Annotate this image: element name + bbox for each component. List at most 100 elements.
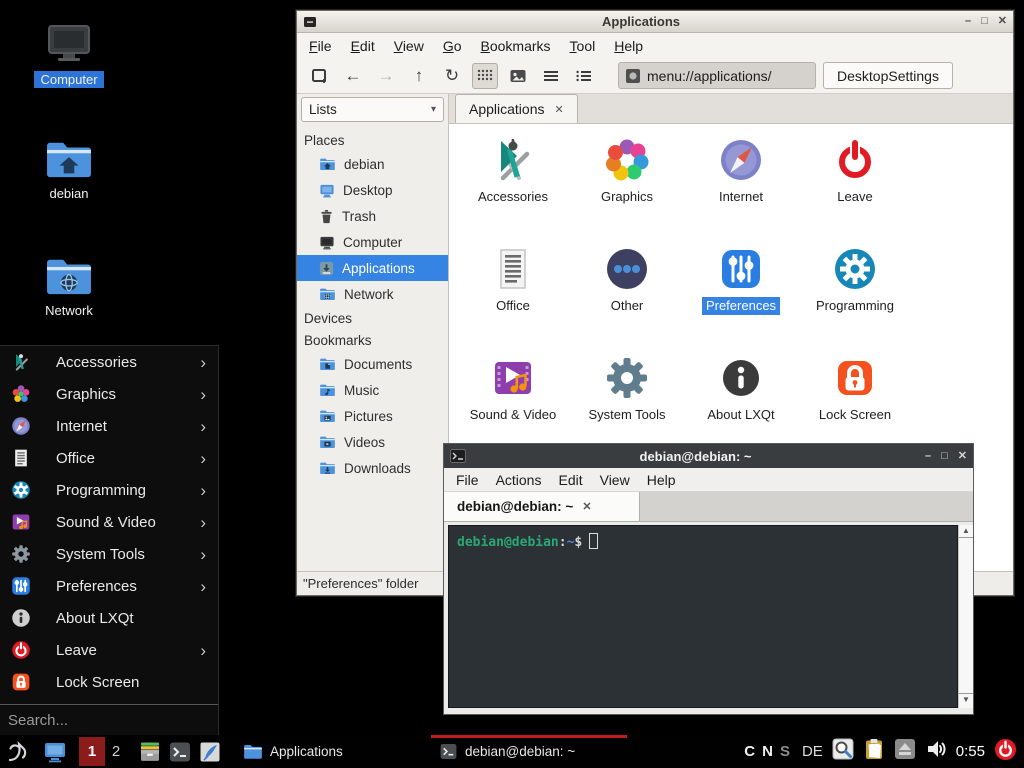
forward-icon[interactable]: → [373, 63, 399, 89]
file-manager-titlebar[interactable]: Applications – □ ✕ [297, 11, 1013, 33]
icon-view-icon[interactable] [472, 63, 498, 89]
quicklaunch-terminal[interactable] [165, 735, 195, 768]
sidebar-item-desktop[interactable]: Desktop [297, 177, 448, 203]
menu-item-graphics[interactable]: Graphics › [0, 378, 218, 410]
menu-item-programming[interactable]: Programming › [0, 474, 218, 506]
sidebar-item-documents[interactable]: Documents [297, 351, 448, 377]
menu-item-accessories[interactable]: Accessories › [0, 346, 218, 378]
menu-bookmarks[interactable]: Bookmarks [481, 38, 551, 54]
sidebar-item-applications[interactable]: Applications [297, 255, 448, 281]
start-menu-search[interactable] [0, 704, 218, 735]
sidebar-item-trash[interactable]: Trash [297, 203, 448, 229]
desktop-icon [43, 740, 67, 764]
show-desktop-button[interactable] [40, 735, 70, 768]
preferences-icon [717, 245, 765, 293]
desktop-icon-network[interactable]: Network [20, 255, 118, 319]
quicklaunch-file-manager[interactable] [135, 735, 165, 768]
desktop-settings-button[interactable]: DesktopSettings [823, 62, 953, 89]
folder-item-office[interactable]: Office [456, 242, 570, 351]
sidebar-item-pictures[interactable]: Pictures [297, 403, 448, 429]
terminal-screen[interactable]: debian@debian:~$ [448, 525, 958, 708]
address-bar[interactable] [618, 62, 816, 89]
keyboard-layout[interactable]: DE [802, 743, 823, 760]
menu-view[interactable]: View [600, 472, 630, 488]
volume-icon[interactable] [925, 738, 947, 765]
menu-item-about-lxqt[interactable]: About LXQt [0, 602, 218, 634]
thumbnail-view-icon[interactable] [505, 63, 531, 89]
menu-item-lock-screen[interactable]: Lock Screen [0, 666, 218, 698]
taskbar-task-applications[interactable]: Applications [235, 735, 431, 768]
menu-help[interactable]: Help [614, 38, 643, 54]
address-input[interactable] [647, 68, 797, 84]
folder-item-internet[interactable]: Internet [684, 133, 798, 242]
desktop-icon-home-folder[interactable]: debian [20, 138, 118, 202]
menu-file[interactable]: File [456, 472, 479, 488]
menu-view[interactable]: View [394, 38, 424, 54]
sidebar-item-network[interactable]: Network [297, 281, 448, 307]
reload-icon[interactable]: ↻ [439, 63, 465, 89]
folder-item-preferences[interactable]: Preferences [684, 242, 798, 351]
sidebar-item-computer[interactable]: Computer [297, 229, 448, 255]
detailed-list-icon[interactable] [571, 63, 597, 89]
eject-icon[interactable] [894, 738, 916, 765]
prompt-user: debian@debian [457, 535, 559, 550]
tab-close-icon[interactable]: ✕ [555, 103, 564, 116]
submenu-chevron-icon: › [200, 642, 206, 659]
sidebar-item-videos[interactable]: Videos [297, 429, 448, 455]
desktop-icon-computer[interactable]: Computer [20, 24, 118, 88]
sidebar-item-home[interactable]: debian [297, 151, 448, 177]
menu-item-preferences[interactable]: Preferences › [0, 570, 218, 602]
compact-view-icon[interactable] [538, 63, 564, 89]
maximize-icon[interactable]: □ [941, 451, 948, 462]
terminal-tab[interactable]: debian@debian: ~ ✕ [444, 492, 640, 521]
minimize-icon[interactable]: – [925, 451, 931, 462]
scroll-up-icon[interactable]: ▲ [959, 527, 973, 538]
close-icon[interactable]: ✕ [998, 16, 1007, 27]
close-icon[interactable]: ✕ [958, 451, 967, 462]
menu-tool[interactable]: Tool [570, 38, 596, 54]
window-icon [303, 15, 317, 29]
up-icon[interactable]: ↑ [406, 63, 432, 89]
menu-go[interactable]: Go [443, 38, 462, 54]
minimize-icon[interactable]: – [965, 16, 971, 27]
scroll-down-icon[interactable]: ▼ [959, 693, 973, 706]
terminal-scrollbar[interactable]: ▲ ▼ [958, 525, 973, 708]
workspace-1-button[interactable]: 1 [79, 737, 105, 766]
sidebar-item-music[interactable]: Music [297, 377, 448, 403]
menu-item-internet[interactable]: Internet › [0, 410, 218, 442]
tab-close-icon[interactable]: ✕ [582, 500, 591, 513]
sidebar-mode-dropdown[interactable]: Lists ▾ [301, 97, 444, 122]
start-menu-button[interactable] [2, 735, 34, 768]
folder-item-other[interactable]: Other [570, 242, 684, 351]
num-lock-indicator: N [762, 743, 773, 760]
folder-item-accessories[interactable]: Accessories [456, 133, 570, 242]
menu-item-leave[interactable]: Leave › [0, 634, 218, 666]
menu-edit[interactable]: Edit [351, 38, 375, 54]
back-icon[interactable]: ← [340, 63, 366, 89]
terminal-titlebar[interactable]: debian@debian: ~ – □ ✕ [444, 444, 973, 468]
leave-icon [11, 640, 31, 660]
screenshot-tool-icon[interactable] [832, 738, 854, 765]
menu-item-sound-video[interactable]: Sound & Video › [0, 506, 218, 538]
new-tab-icon[interactable] [307, 63, 333, 89]
keyboard-indicator[interactable]: C N S [744, 743, 790, 760]
menu-file[interactable]: File [309, 38, 332, 54]
quicklaunch-featherpad[interactable] [195, 735, 225, 768]
menu-item-office[interactable]: Office › [0, 442, 218, 474]
tab-applications[interactable]: Applications ✕ [455, 94, 578, 123]
search-input[interactable] [0, 712, 200, 729]
menu-help[interactable]: Help [647, 472, 676, 488]
sidebar-item-downloads[interactable]: Downloads [297, 455, 448, 481]
menu-actions[interactable]: Actions [496, 472, 542, 488]
menu-edit[interactable]: Edit [558, 472, 582, 488]
shutdown-icon[interactable] [994, 738, 1017, 766]
taskbar-task-terminal[interactable]: debian@debian: ~ [431, 735, 627, 768]
clipboard-icon[interactable] [863, 738, 885, 765]
clock[interactable]: 0:55 [956, 743, 985, 760]
workspace-2-button[interactable]: 2 [105, 743, 127, 760]
folder-item-leave[interactable]: Leave [798, 133, 912, 242]
folder-item-programming[interactable]: Programming [798, 242, 912, 351]
folder-item-graphics[interactable]: Graphics [570, 133, 684, 242]
maximize-icon[interactable]: □ [981, 16, 988, 27]
menu-item-system-tools[interactable]: System Tools › [0, 538, 218, 570]
